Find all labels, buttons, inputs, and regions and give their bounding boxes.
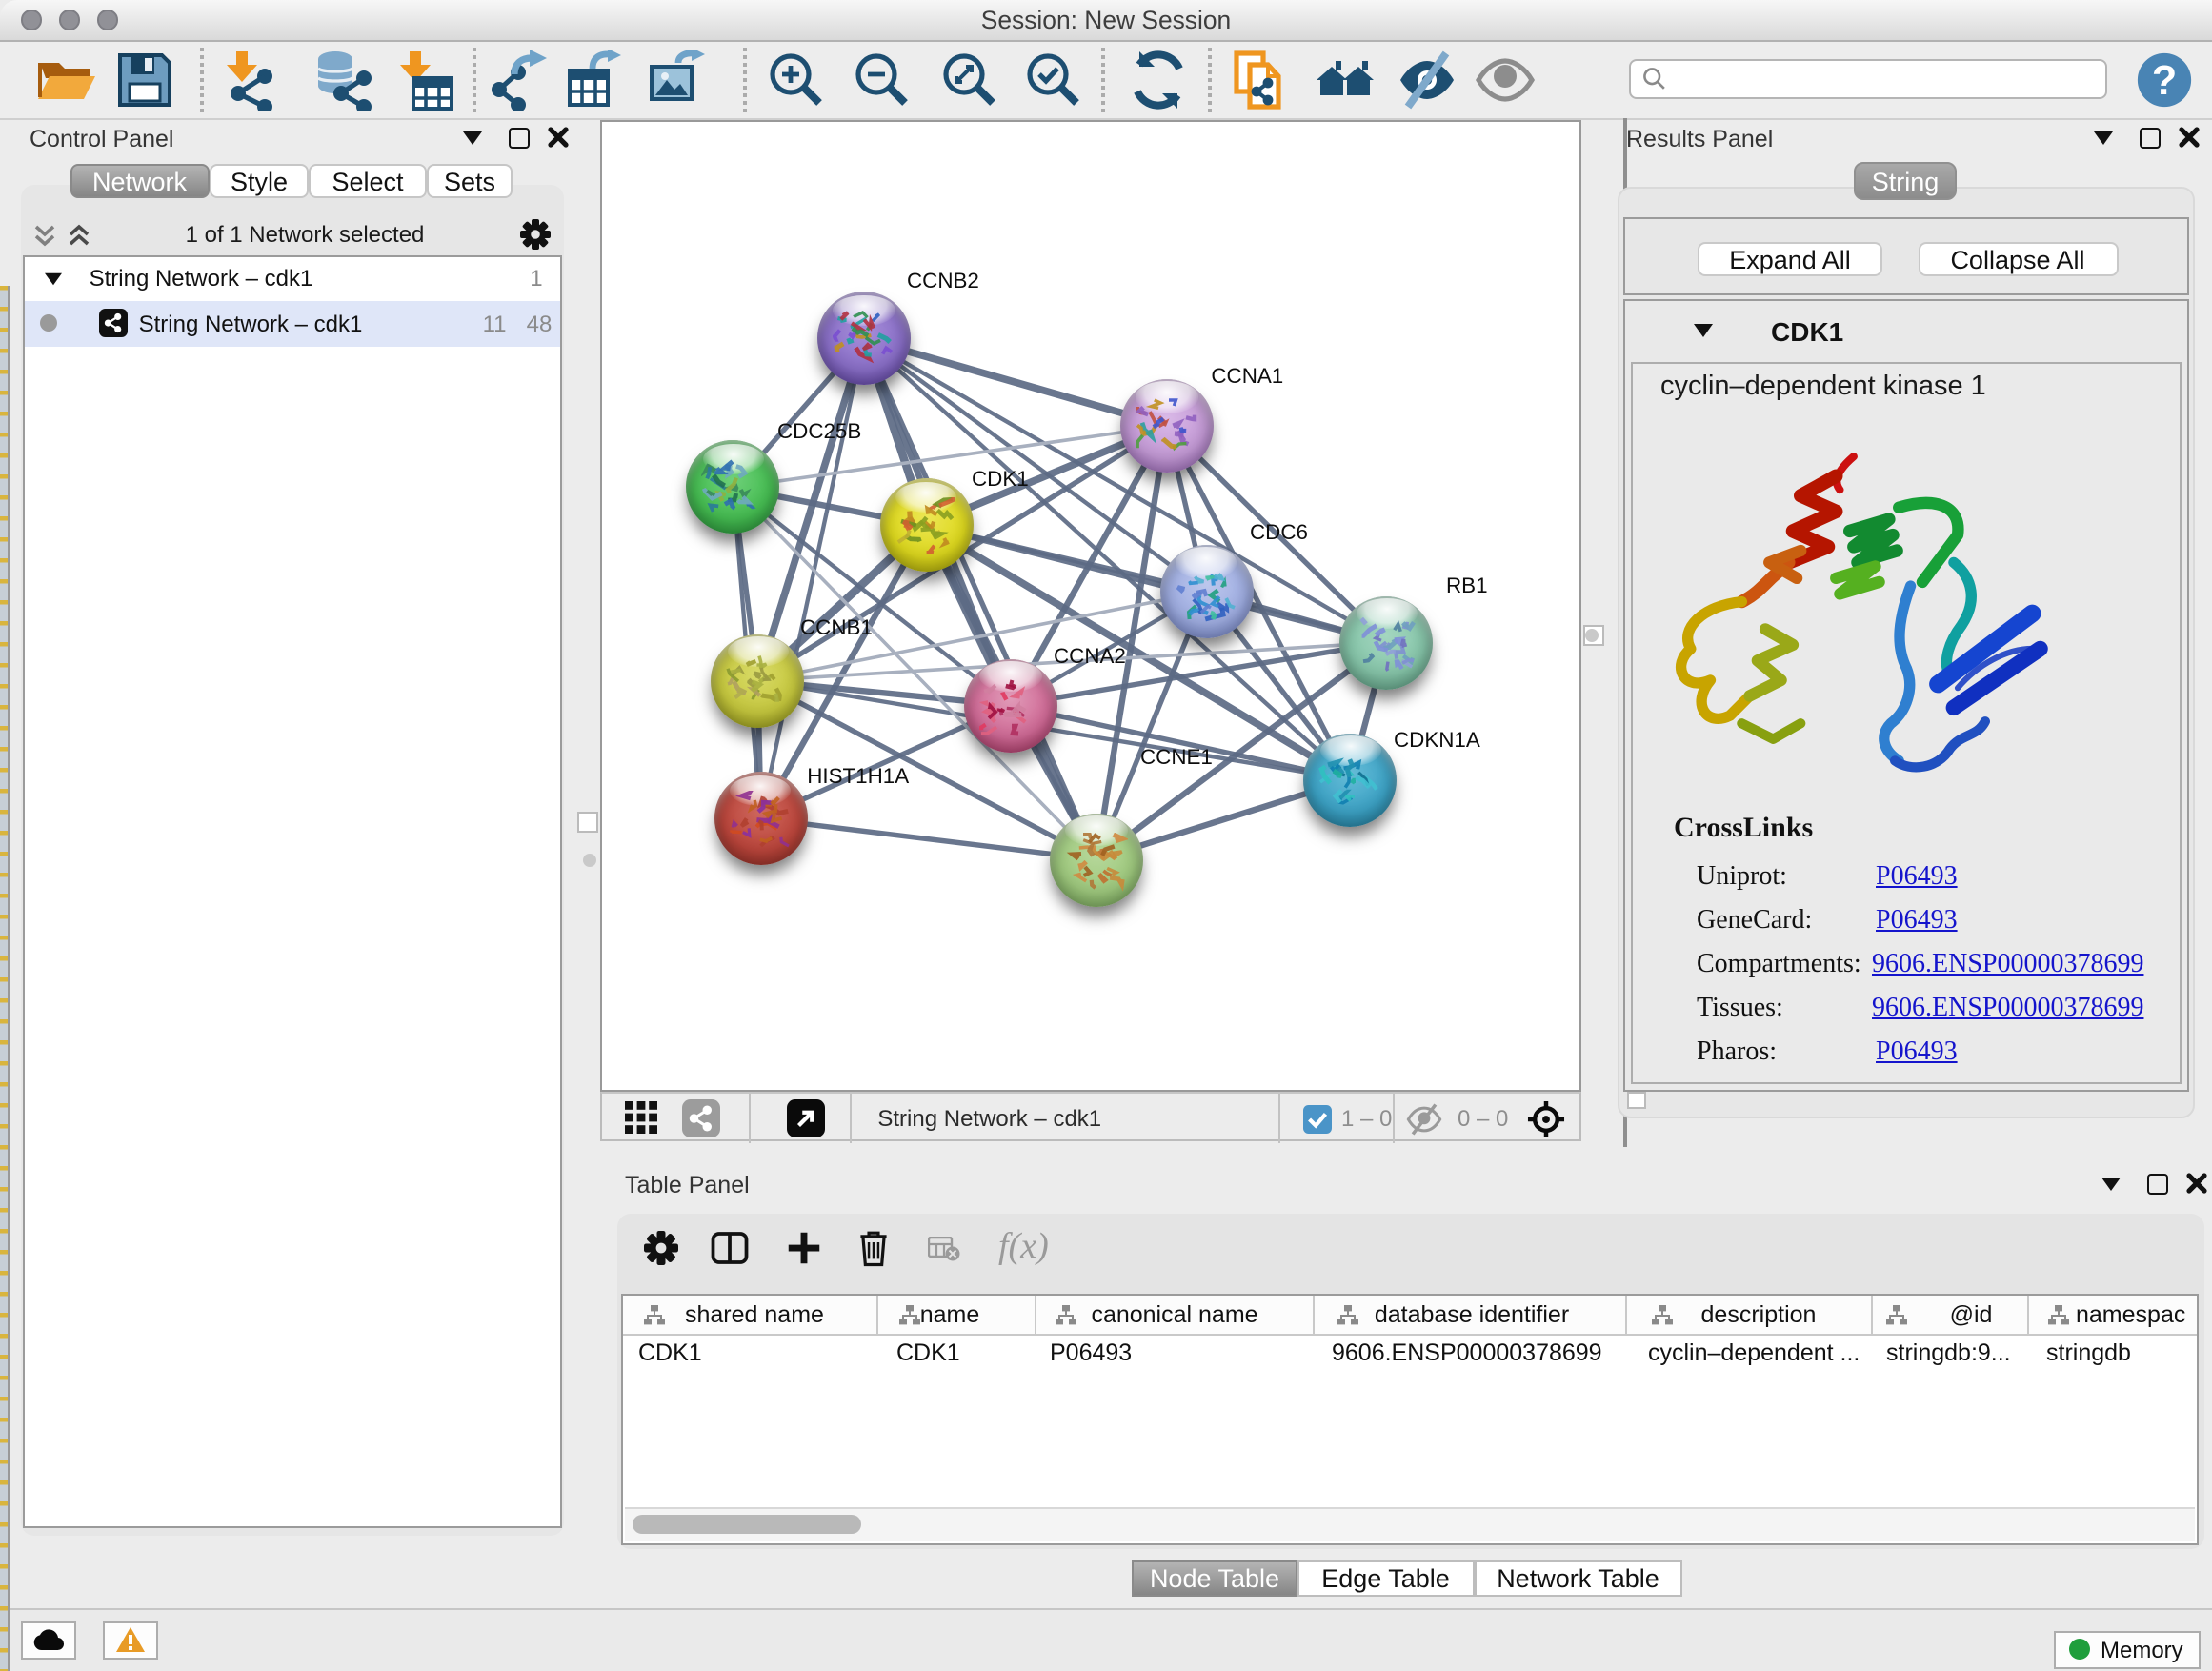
svg-text:?: ? [2152,58,2177,104]
